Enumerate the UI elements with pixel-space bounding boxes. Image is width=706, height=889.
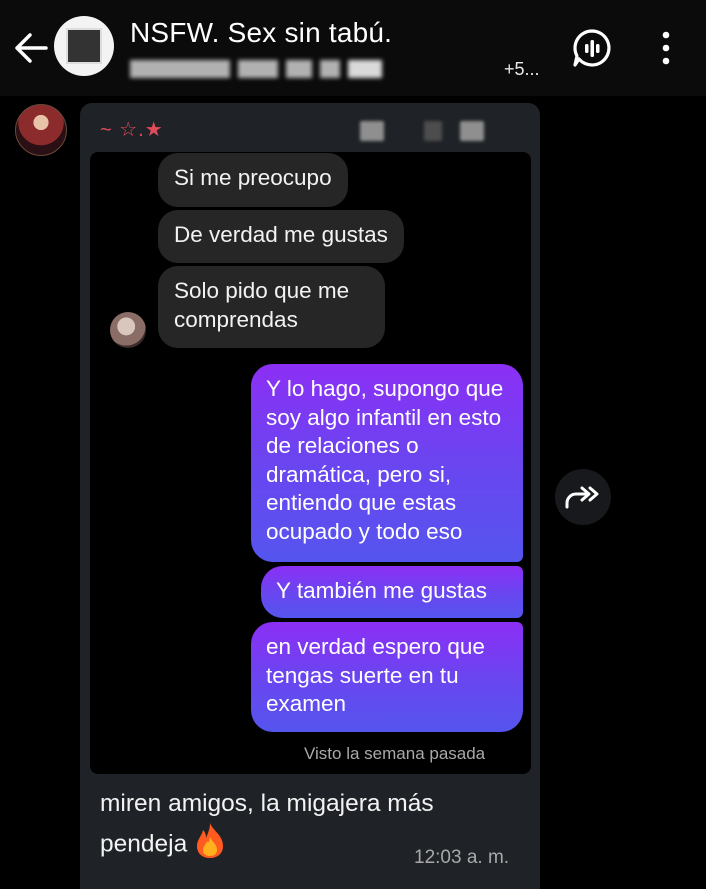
back-arrow-icon[interactable] (10, 26, 50, 70)
outgoing-message: Y lo hago, supongo que soy algo infantil… (251, 364, 523, 562)
group-avatar[interactable] (54, 16, 114, 76)
redacted-name-block (360, 121, 384, 141)
incoming-message: De verdad me gustas (158, 210, 404, 263)
message-time: 12:03 a. m. (414, 847, 510, 868)
sender-name[interactable]: ~ ☆.★ (100, 117, 164, 142)
caption-text: miren amigos, la migajera más pendeja (100, 790, 434, 858)
contact-avatar (110, 312, 146, 348)
more-options-icon[interactable] (646, 26, 690, 70)
chat-title[interactable]: NSFW. Sex sin tabú. (130, 17, 392, 49)
forward-button[interactable] (555, 469, 611, 525)
outgoing-message: en verdad espero que tengas suerte en tu… (251, 622, 523, 732)
voice-chat-icon[interactable] (570, 26, 614, 70)
redacted-name-block (460, 121, 484, 141)
members-more-count: +5... (504, 59, 540, 79)
shared-screenshot-image[interactable]: Si me preocupo De verdad me gustas Solo … (90, 152, 531, 774)
seen-status: Visto la semana pasada (304, 744, 486, 763)
fire-emoji-icon (193, 821, 227, 869)
outgoing-message: Y también me gustas (261, 566, 523, 618)
chat-header: NSFW. Sex sin tabú. +5... (0, 0, 706, 96)
incoming-message: Si me preocupo (158, 153, 348, 207)
incoming-message: Solo pido que me comprendas (158, 266, 385, 348)
share-forward-icon (565, 486, 599, 509)
sender-avatar[interactable] (15, 104, 67, 156)
redacted-name-block (424, 121, 442, 141)
chat-members[interactable]: +5... (130, 58, 540, 80)
